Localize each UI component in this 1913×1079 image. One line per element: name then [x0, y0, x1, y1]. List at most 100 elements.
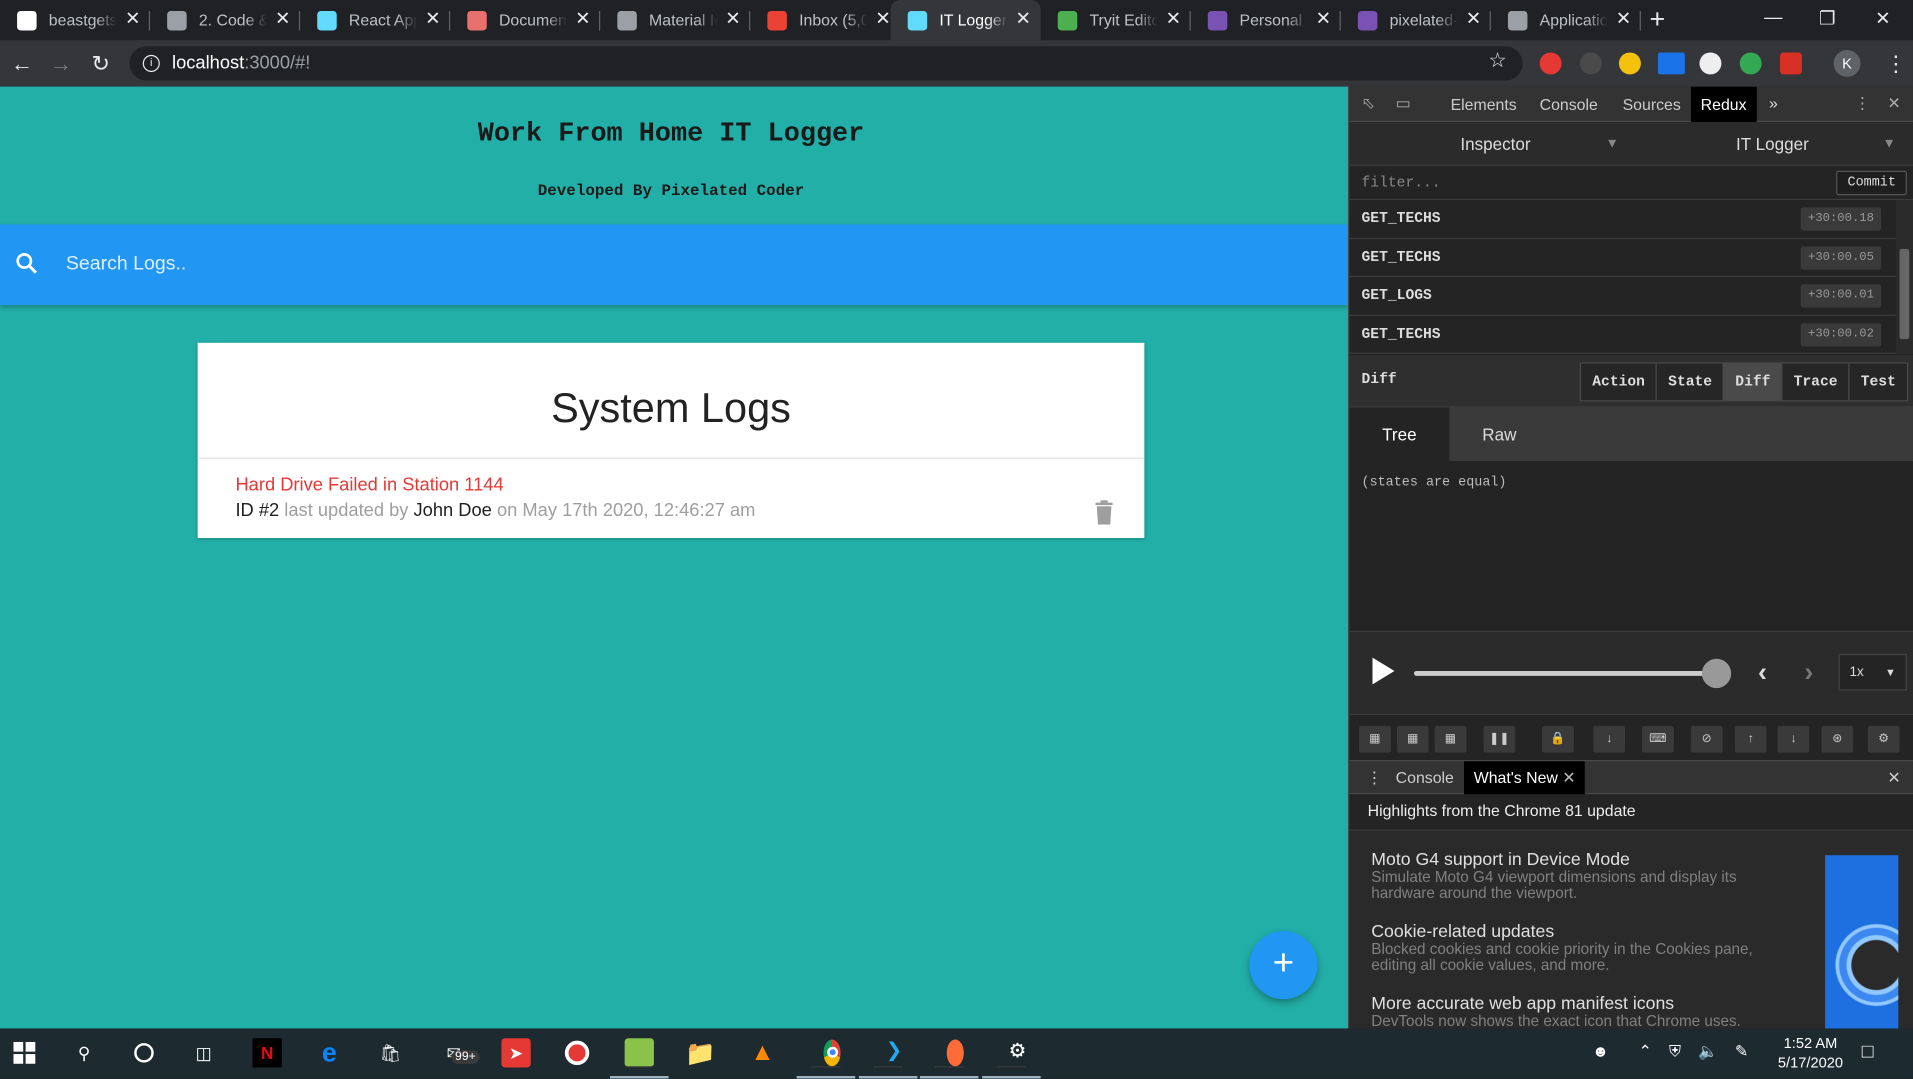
- close-tab-icon[interactable]: ✕: [1316, 9, 1331, 30]
- step-forward-icon[interactable]: ›: [1804, 656, 1813, 688]
- browser-tab[interactable]: IT Logger ✕: [890, 0, 1041, 41]
- address-bar[interactable]: i localhost:3000/#!: [129, 46, 1523, 81]
- profile-avatar[interactable]: K: [1833, 50, 1861, 77]
- edge-icon[interactable]: e: [315, 1037, 344, 1068]
- pause-recording-icon[interactable]: ❚❚: [1483, 725, 1516, 753]
- upload-icon[interactable]: ↑: [1734, 725, 1767, 753]
- cookie-extension-icon[interactable]: [1618, 52, 1641, 75]
- mail-icon[interactable]: ✉99+: [439, 1038, 480, 1067]
- recorder-icon[interactable]: [562, 1038, 591, 1067]
- log-monitor-icon[interactable]: ▦: [1359, 725, 1391, 753]
- pen-icon[interactable]: ✎: [1735, 1042, 1748, 1062]
- tab-state[interactable]: State: [1655, 363, 1724, 401]
- instance-chevron-down-icon[interactable]: ▼: [1882, 122, 1895, 166]
- monitor-select[interactable]: Inspector: [1460, 122, 1530, 166]
- close-drawer-icon[interactable]: ✕: [1887, 761, 1900, 795]
- tab-sources[interactable]: Sources: [1613, 87, 1691, 122]
- tab-tree[interactable]: Tree: [1349, 407, 1450, 462]
- vscode-icon[interactable]: ❯: [858, 1037, 918, 1079]
- pin-icon[interactable]: ↓: [1593, 725, 1626, 753]
- close-tab-icon[interactable]: ✕: [725, 9, 740, 30]
- action-list-scrollbar[interactable]: [1895, 200, 1913, 354]
- close-tab-icon[interactable]: ✕: [1016, 9, 1031, 30]
- slider-handle[interactable]: [1701, 658, 1732, 689]
- add-log-button[interactable]: +: [1249, 930, 1318, 1000]
- search-taskbar-icon[interactable]: ⚲: [70, 1038, 99, 1067]
- whats-new-item[interactable]: Moto G4 support in Device Mode Simulate M…: [1371, 850, 1774, 901]
- shield-tray-icon[interactable]: ⛨: [1669, 1042, 1681, 1062]
- file-explorer-icon[interactable]: 📁: [685, 1038, 715, 1067]
- close-tab-icon[interactable]: ✕: [575, 9, 590, 30]
- close-tab-icon[interactable]: ✕: [275, 9, 290, 30]
- close-tab-icon[interactable]: ✕: [125, 9, 140, 30]
- inspect-element-icon[interactable]: ⬁: [1362, 94, 1375, 114]
- speed-select[interactable]: 1x ▼: [1838, 653, 1907, 691]
- close-devtools-icon[interactable]: ✕: [1887, 94, 1900, 114]
- tab-redux[interactable]: Redux: [1690, 86, 1757, 122]
- devtools-menu-icon[interactable]: ⋮: [1854, 94, 1870, 114]
- close-tab-icon[interactable]: ✕: [1466, 9, 1481, 30]
- browser-tab[interactable]: React App ✕: [300, 0, 451, 40]
- filter-input[interactable]: filter...: [1362, 174, 1441, 191]
- volume-icon[interactable]: 🔈: [1698, 1042, 1718, 1062]
- whats-new-item[interactable]: More accurate web app manifest icons DevT…: [1371, 994, 1774, 1028]
- people-icon[interactable]: ☻: [1592, 1042, 1609, 1060]
- browser-tab[interactable]: Document ✕: [450, 0, 601, 40]
- browser-tab[interactable]: pixelated- ✕: [1341, 0, 1491, 40]
- action-item[interactable]: GET_LOGS +30:00.01: [1349, 277, 1913, 316]
- anydesk-icon[interactable]: ➤: [501, 1038, 531, 1068]
- close-tab-icon[interactable]: ✕: [1562, 769, 1575, 787]
- timeline-slider[interactable]: [1413, 658, 1732, 689]
- system-clock[interactable]: 1:52 AM 5/17/2020: [1767, 1033, 1855, 1072]
- search-input[interactable]: [65, 246, 920, 284]
- tab-raw[interactable]: Raw: [1449, 407, 1549, 461]
- netflix-icon[interactable]: N: [252, 1038, 282, 1068]
- notepad-icon[interactable]: [610, 1038, 669, 1079]
- notifications-icon[interactable]: □: [1862, 1042, 1874, 1064]
- bookmark-star-icon[interactable]: ☆: [1488, 49, 1507, 73]
- restore-icon[interactable]: ❐: [1819, 7, 1835, 30]
- minimize-icon[interactable]: —: [1764, 7, 1782, 28]
- action-item[interactable]: GET_TECHS +30:00.18: [1349, 200, 1913, 239]
- chart-icon[interactable]: ▦: [1434, 725, 1467, 753]
- tab-trace[interactable]: Trace: [1781, 363, 1849, 401]
- scrollbar-thumb[interactable]: [1899, 248, 1910, 340]
- back-arrow-icon[interactable]: ←: [11, 51, 33, 75]
- forward-arrow-icon[interactable]: →: [50, 51, 72, 75]
- settings-gear-icon[interactable]: ⚙: [1867, 725, 1900, 753]
- persist-icon[interactable]: ⊘: [1690, 725, 1723, 753]
- action-item[interactable]: GET_TECHS +30:00.02: [1349, 315, 1913, 354]
- close-tab-icon[interactable]: ✕: [875, 9, 890, 30]
- close-tab-icon[interactable]: ✕: [1616, 9, 1631, 30]
- tab-elements[interactable]: Elements: [1441, 87, 1527, 122]
- windows-start-icon[interactable]: [10, 1038, 39, 1067]
- tab-console[interactable]: Console: [1530, 87, 1608, 122]
- store-icon[interactable]: 🛍: [376, 1038, 405, 1067]
- reload-icon[interactable]: ↻: [92, 51, 110, 75]
- play-icon[interactable]: [1372, 657, 1395, 685]
- download-icon[interactable]: ↓: [1777, 725, 1810, 753]
- shield-extension-icon[interactable]: [1579, 52, 1602, 75]
- close-tab-icon[interactable]: ✕: [425, 9, 440, 30]
- browser-tab[interactable]: Personal a ✕: [1191, 0, 1341, 40]
- instance-select[interactable]: IT Logger: [1736, 122, 1809, 166]
- action-item[interactable]: GET_TECHS +30:00.05: [1349, 239, 1913, 277]
- toggle-extension-icon[interactable]: [1699, 52, 1722, 75]
- whats-new-item[interactable]: Cookie-related updates Blocked cookies an…: [1371, 922, 1774, 973]
- more-tabs-icon[interactable]: »: [1769, 94, 1778, 112]
- tab-action[interactable]: Action: [1581, 363, 1656, 401]
- browser-tab[interactable]: Inbox (5,0 ✕: [750, 0, 900, 40]
- settings-icon[interactable]: ⚙: [982, 1038, 1041, 1079]
- browser-tab[interactable]: beastgets ✕: [0, 0, 151, 40]
- inspector-icon[interactable]: ▦: [1396, 725, 1429, 753]
- postman-icon[interactable]: [919, 1038, 979, 1079]
- drawer-tab-whats-new[interactable]: What's New ✕: [1464, 761, 1586, 796]
- target-extension-icon[interactable]: [1739, 52, 1762, 75]
- keyboard-icon[interactable]: ⌨: [1642, 725, 1674, 753]
- info-icon[interactable]: i: [142, 54, 160, 72]
- step-back-icon[interactable]: ‹: [1758, 656, 1767, 688]
- task-view-icon[interactable]: ◫: [189, 1038, 218, 1067]
- drawer-menu-icon[interactable]: ⋮: [1366, 761, 1382, 795]
- browser-tab[interactable]: Material Ic ✕: [600, 0, 751, 40]
- cortana-icon[interactable]: [129, 1038, 158, 1067]
